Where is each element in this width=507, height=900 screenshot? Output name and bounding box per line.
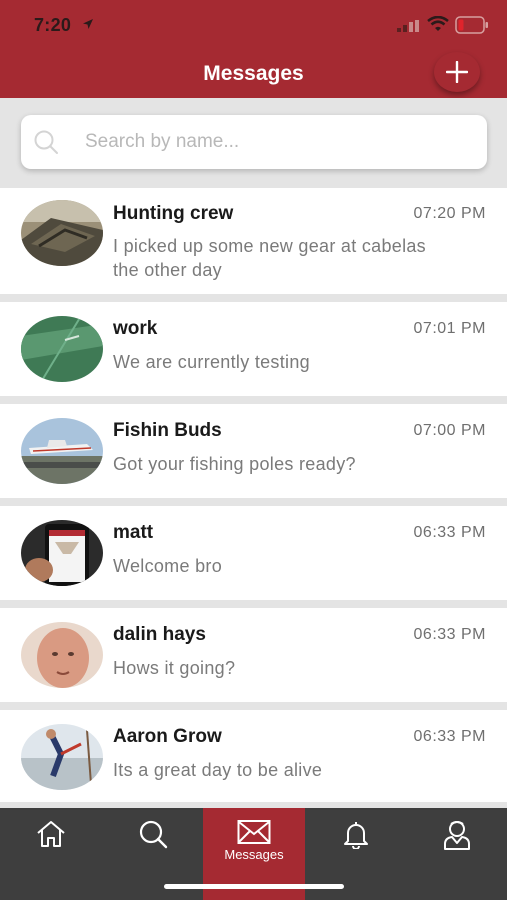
avatar [21,724,103,790]
conversation-time: 07:01 PM [413,320,486,337]
conversation-row-dalin-hays[interactable]: dalin hays 06:33 PM Hows it going? [0,608,507,702]
avatar [21,418,103,484]
work-avatar-image [21,316,103,382]
conversation-time: 06:33 PM [413,524,486,541]
conversation-preview: Hows it going? [113,658,236,678]
tab-label: Messages [224,847,284,862]
search-input[interactable] [85,125,475,159]
page-title: Messages [203,62,304,85]
conversation-time: 07:20 PM [413,205,486,222]
conversation-name: work [113,318,158,339]
home-icon [37,821,65,847]
bell-icon [343,822,368,849]
conversation-row-matt[interactable]: matt 06:33 PM Welcome bro [0,506,507,600]
avatar [21,316,103,382]
search-icon [139,820,167,849]
conversation-preview: I picked up some new gear at cabelas the… [113,236,426,280]
fishin-buds-avatar-image [21,418,103,484]
conversation-row-work[interactable]: work 07:01 PM We are currently testing [0,302,507,396]
search-box[interactable] [21,115,487,169]
wifi-icon [427,16,449,31]
search-icon [34,130,58,154]
hunting-crew-avatar-image [21,200,103,266]
tab-profile[interactable] [406,808,507,900]
conversation-row-hunting-crew[interactable]: Hunting crew 07:20 PM I picked up some n… [0,188,507,294]
envelope-icon [237,820,271,844]
conversation-time: 06:33 PM [413,728,486,745]
conversation-name: Hunting crew [113,203,234,224]
app-header: 7:20 Messages [0,0,507,98]
avatar [21,622,103,688]
conversation-row-aaron-grow[interactable]: Aaron Grow 06:33 PM Its a great day to b… [0,710,507,802]
search-area [0,98,507,186]
conversation-name: dalin hays [113,624,206,645]
conversation-row-fishin-buds[interactable]: Fishin Buds 07:00 PM Got your fishing po… [0,404,507,498]
conversation-preview: Got your fishing poles ready? [113,454,356,474]
matt-avatar-image [21,520,103,586]
new-message-button[interactable] [434,52,480,92]
status-bar: 7:20 [0,0,507,50]
home-indicator [164,884,344,889]
location-arrow-icon [83,19,93,29]
conversation-name: Aaron Grow [113,726,222,747]
conversation-preview: Welcome bro [113,556,223,576]
plus-icon [446,61,468,83]
status-time: 7:20 [34,15,72,35]
avatar [21,520,103,586]
conversation-time: 07:00 PM [413,422,486,439]
dalin-hays-avatar-image [21,622,103,688]
tab-home[interactable] [0,808,102,900]
conversation-time: 06:33 PM [413,626,486,643]
signal-icon [397,20,419,32]
conversation-name: matt [113,522,154,543]
conversation-name: Fishin Buds [113,420,222,441]
conversation-preview: We are currently testing [113,352,310,372]
battery-icon [455,16,488,34]
aaron-grow-avatar-image [21,724,103,790]
conversation-preview: Its a great day to be alive [113,760,323,780]
profile-icon [443,821,470,850]
avatar [21,200,103,266]
